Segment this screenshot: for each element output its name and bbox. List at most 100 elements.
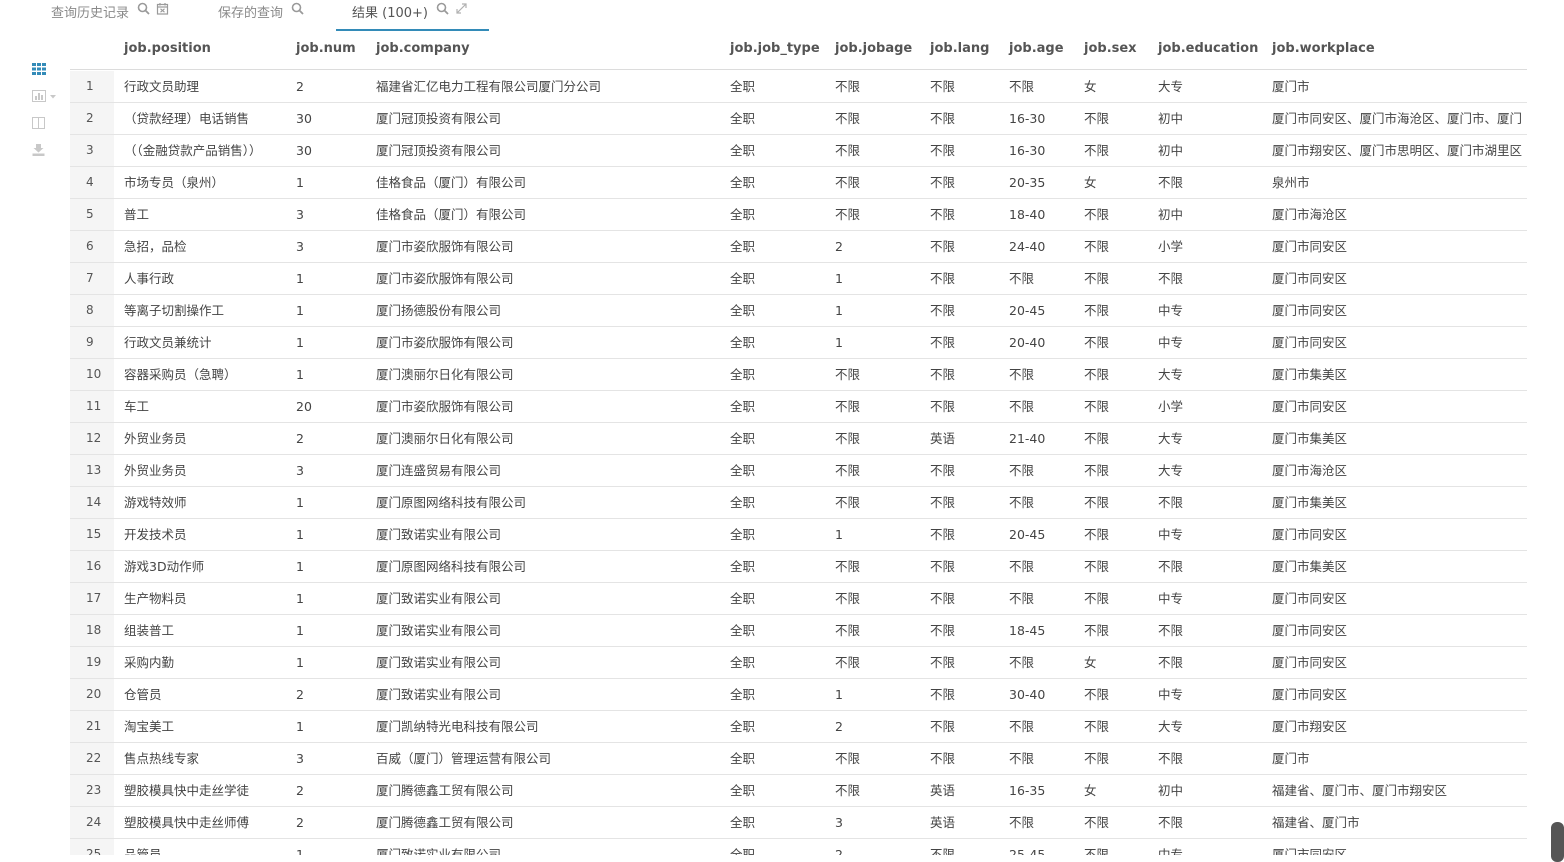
table-cell: 仓管员 [124,687,162,702]
table-cell: 厦门腾德鑫工贸有限公司 [376,783,514,798]
grid-view-icon[interactable] [32,60,58,78]
table-row[interactable]: 6 急招，品检 3 厦门市姿欣服饰有限公司 全职 2 不限 24-40 不限 小学 厦门市同安区 [70,231,1527,263]
column-header[interactable]: job.education [1158,41,1258,56]
table-row[interactable]: 19 采购内勤 1 厦门致诺实业有限公司 全职 不限 不限 不限 女 不限 厦门市同安区 [70,647,1527,679]
tab-results[interactable]: 结果 (100+) [352,0,474,31]
table-row[interactable]: 15 开发技术员 1 厦门致诺实业有限公司 全职 1 不限 20-45 不限 中专 厦门市同安区 [70,519,1527,551]
table-row[interactable]: 1 行政文员助理 2 福建省汇亿电力工程有限公司厦门分公司 全职 不限 不限 不限 女 大专 厦门市 [70,71,1527,103]
table-row[interactable]: 22 售点热线专家 3 百威（厦门）管理运营有限公司 全职 不限 不限 不限 不限 不限 厦门市 [70,743,1527,775]
tab-query-history[interactable]: 查询历史记录 [51,0,175,31]
expand-icon[interactable] [455,2,468,19]
calendar-clear-icon[interactable] [156,2,169,19]
table-cell: 2 [296,783,304,798]
table-cell: 中专 [1158,591,1184,606]
table-cell: 厦门原图网络科技有限公司 [376,495,527,510]
table-cell: 厦门市同安区 [1272,687,1348,702]
table-cell: 全职 [730,559,756,574]
table-cell: 厦门致诺实业有限公司 [376,527,502,542]
column-header[interactable]: job.num [296,41,356,56]
table-row[interactable]: 14 游戏特效师 1 厦门原图网络科技有限公司 全职 不限 不限 不限 不限 不限 厦门市集美区 [70,487,1527,519]
table-cell: 1 [296,719,304,734]
table-cell: 3 [296,751,304,766]
table-cell: 厦门连盛贸易有限公司 [376,463,502,478]
table-cell: 18-45 [1009,623,1046,638]
table-row[interactable]: 10 容器采购员（急聘） 1 厦门澳丽尔日化有限公司 全职 不限 不限 不限 不限 大专 厦门市集美… [70,359,1527,391]
table-row[interactable]: 5 普工 3 佳格食品（厦门）有限公司 全职 不限 不限 18-40 不限 初中 厦门市海沧区 [70,199,1527,231]
table-cell: 1 [296,527,304,542]
table-row[interactable]: 7 人事行政 1 厦门市姿欣服饰有限公司 全职 1 不限 不限 不限 不限 厦门市同安区 [70,263,1527,295]
column-header[interactable]: job.age [1009,41,1064,56]
table-row[interactable]: 12 外贸业务员 2 厦门澳丽尔日化有限公司 全职 不限 英语 21-40 不限 大专 厦门市集美区 [70,423,1527,455]
table-cell: 全职 [730,335,756,350]
table-cell: 不限 [835,399,861,414]
table-row[interactable]: 25 品管员 1 厦门致诺实业有限公司 全职 2 不限 25-45 不限 中专 厦门市同安区 [70,839,1527,855]
column-header[interactable]: job.position [124,41,211,56]
table-row[interactable]: 2 （贷款经理）电话销售 30 厦门冠顶投资有限公司 全职 不限 不限 16-30 不限 初中 厦门… [70,103,1527,135]
table-cell: 不限 [1084,399,1110,414]
table-cell: 英语 [930,815,956,830]
tab-saved-queries[interactable]: 保存的查询 [218,0,310,31]
table-cell: 不限 [1084,271,1110,286]
table-row[interactable]: 8 等离子切割操作工 1 厦门扬德股份有限公司 全职 1 不限 20-45 不限 中专 厦门市同安区 [70,295,1527,327]
table-row[interactable]: 13 外贸业务员 3 厦门连盛贸易有限公司 全职 不限 不限 不限 不限 大专 厦门市海沧区 [70,455,1527,487]
search-icon[interactable] [137,2,150,19]
table-cell: 塑胶模具快中走丝师傅 [124,815,250,830]
table-cell: 游戏特效师 [124,495,187,510]
table-cell: 20-45 [1009,527,1046,542]
table-cell: 不限 [930,79,956,94]
column-header[interactable]: job.lang [930,41,989,56]
table-row[interactable]: 16 游戏3D动作师 1 厦门原图网络科技有限公司 全职 不限 不限 不限 不限 不限 厦门市集美区 [70,551,1527,583]
column-header[interactable]: job.jobage [835,41,912,56]
table-cell: 游戏3D动作师 [124,559,205,574]
row-number: 12 [70,423,114,454]
table-cell: 组装普工 [124,623,175,638]
table-cell: 24-40 [1009,239,1046,254]
table-cell: 不限 [1009,463,1035,478]
table-row[interactable]: 4 市场专员（泉州） 1 佳格食品（厦门）有限公司 全职 不限 不限 20-35 女 不限 泉州市 [70,167,1527,199]
table-cell: 厦门原图网络科技有限公司 [376,559,527,574]
row-number: 2 [70,103,114,134]
table-cell: 厦门市同安区 [1272,239,1348,254]
table-row[interactable]: 24 塑胶模具快中走丝师傅 2 厦门腾德鑫工贸有限公司 全职 3 英语 不限 不限 不限 福建省、厦… [70,807,1527,839]
table-cell: 不限 [930,687,956,702]
search-icon[interactable] [436,2,449,19]
table-row[interactable]: 18 组装普工 1 厦门致诺实业有限公司 全职 不限 不限 18-45 不限 不限 厦门市同安区 [70,615,1527,647]
table-row[interactable]: 21 淘宝美工 1 厦门凯纳特光电科技有限公司 全职 2 不限 不限 不限 大专 厦门市翔安区 [70,711,1527,743]
column-header[interactable]: job.workplace [1272,41,1375,56]
table-cell: 不限 [1158,655,1184,670]
vertical-scrollbar-thumb[interactable] [1551,822,1564,862]
download-icon[interactable] [32,141,58,159]
table-cell: 福建省汇亿电力工程有限公司厦门分公司 [376,79,602,94]
table-cell: 不限 [1084,623,1110,638]
table-cell: 厦门市集美区 [1272,367,1348,382]
columns-toggle-icon[interactable] [32,114,58,132]
table-cell: 厦门致诺实业有限公司 [376,591,502,606]
table-cell: 厦门扬德股份有限公司 [376,303,502,318]
table-cell: 女 [1084,655,1097,670]
row-number: 14 [70,487,114,518]
table-cell: 全职 [730,751,756,766]
table-cell: 全职 [730,815,756,830]
row-number: 6 [70,231,114,262]
table-row[interactable]: 20 仓管员 2 厦门致诺实业有限公司 全职 1 不限 30-40 不限 中专 厦门市同安区 [70,679,1527,711]
row-number: 24 [70,807,114,838]
column-header[interactable]: job.company [376,41,470,56]
table-cell: 不限 [835,463,861,478]
table-cell: 人事行政 [124,271,175,286]
table-cell: 全职 [730,239,756,254]
table-cell: 女 [1084,783,1097,798]
table-row[interactable]: 23 塑胶模具快中走丝学徒 2 厦门腾德鑫工贸有限公司 全职 不限 英语 16-35 女 初中 福建… [70,775,1527,807]
row-number: 25 [70,839,114,855]
column-header[interactable]: job.job_type [730,41,820,56]
table-cell: 不限 [835,143,861,158]
table-row[interactable]: 11 车工 20 厦门市姿欣服饰有限公司 全职 不限 不限 不限 不限 小学 厦门市同安区 [70,391,1527,423]
table-row[interactable]: 9 行政文员兼统计 1 厦门市姿欣服饰有限公司 全职 1 不限 20-40 不限 中专 厦门市同安区 [70,327,1527,359]
table-cell: 不限 [1084,847,1110,855]
table-row[interactable]: 17 生产物料员 1 厦门致诺实业有限公司 全职 不限 不限 不限 不限 中专 厦门市同安区 [70,583,1527,615]
search-icon[interactable] [291,2,304,19]
table-row[interactable]: 3 （（金融贷款产品销售）） 30 厦门冠顶投资有限公司 全职 不限 不限 16-30 不限 初中… [70,135,1527,167]
column-header[interactable]: job.sex [1084,41,1137,56]
table-cell: 不限 [930,111,956,126]
row-number: 1 [70,71,114,102]
chart-view-icon[interactable] [32,87,58,105]
